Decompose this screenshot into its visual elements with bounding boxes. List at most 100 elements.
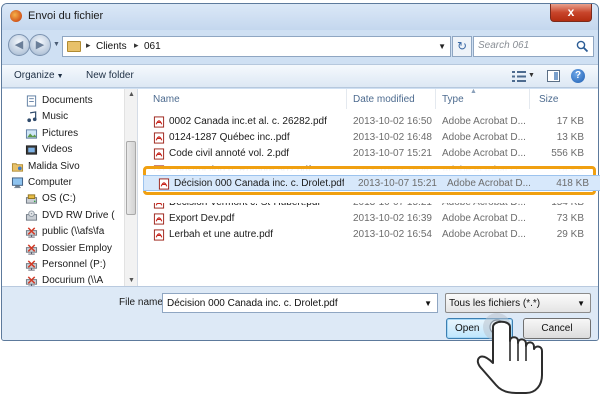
views-dropdown-icon[interactable]: ▼ — [528, 72, 535, 79]
file-type: Adobe Acrobat D... — [442, 213, 526, 225]
nav-item[interactable]: public (\\afs\fa — [2, 224, 124, 241]
nav-item-label: Computer — [28, 177, 72, 188]
column-divider[interactable] — [346, 89, 347, 109]
sort-up-icon: ▲ — [470, 88, 477, 95]
file-date: 2013-10-02 16:48 — [353, 132, 432, 144]
organize-label: Organize — [14, 70, 55, 81]
pictures-icon — [25, 129, 38, 139]
firefox-icon — [10, 10, 22, 22]
network-drive-icon — [25, 227, 38, 238]
nav-item-label: OS (C:) — [42, 193, 76, 205]
pdf-file-icon — [153, 132, 165, 144]
nav-item[interactable]: Music — [2, 109, 124, 126]
scroll-down-icon[interactable]: ▼ — [128, 277, 135, 284]
file-name-field[interactable]: Décision 000 Canada inc. c. Drolet.pdf ▼ — [162, 293, 438, 313]
address-row: ◀ ▶ ▼ ▸ Clients ▸ 061 ▼ ↻ — [2, 30, 598, 62]
file-row[interactable]: 0002 Canada inc.et al. c. 26282.pdf 2013-… — [139, 114, 598, 130]
nav-item[interactable]: OS (C:) — [2, 191, 124, 208]
file-date: 2013-10-02 16:39 — [353, 213, 432, 225]
nav-item-label: Music — [42, 111, 69, 123]
file-size: 154 KB — [551, 197, 584, 208]
nav-item[interactable]: Documents — [2, 93, 124, 110]
file-row[interactable]: Lerbah et une autre.pdf 2013-10-02 16:54 A… — [139, 227, 598, 243]
highlight-callout: Décision 000 Canada inc. c. Drolet.pdf 20… — [143, 166, 600, 195]
nav-item[interactable]: Malida Sivo — [2, 159, 124, 176]
file-name: Code civil annoté vol. 2.pdf — [169, 148, 290, 160]
file-name: Export Dev.pdf — [169, 213, 235, 225]
preview-pane-icon[interactable] — [547, 70, 560, 82]
breadcrumb-clients[interactable]: Clients — [96, 41, 127, 52]
nav-item[interactable]: Dossier Employ — [2, 241, 124, 258]
file-type: Adobe Acrobat D... — [447, 178, 531, 189]
network-drive-icon — [25, 276, 38, 286]
address-dropdown-icon[interactable]: ▼ — [438, 42, 446, 51]
column-divider[interactable] — [435, 89, 436, 109]
recent-pages-dropdown[interactable]: ▼ — [53, 41, 60, 48]
column-header-type[interactable]: Type — [442, 89, 464, 109]
file-row-selected[interactable]: Décision 000 Canada inc. c. Drolet.pdf 20… — [143, 175, 600, 191]
file-size: 13 KB — [556, 132, 584, 144]
close-button[interactable]: x — [550, 4, 592, 22]
nav-scrollbar[interactable]: ▲ ▼ — [124, 89, 137, 286]
title-bar[interactable]: Envoi du fichier x — [2, 4, 598, 30]
nav-item-label: Videos — [42, 144, 73, 156]
drive-icon — [25, 194, 38, 205]
chevron-right-icon[interactable]: ▸ — [134, 40, 139, 51]
search-input[interactable] — [478, 40, 574, 51]
nav-item[interactable]: Pictures — [2, 126, 124, 143]
folder-icon — [67, 41, 81, 52]
file-row[interactable]: Export Dev.pdf 2013-10-02 16:39 Adobe Acro… — [139, 211, 598, 227]
dvd-drive-icon — [25, 210, 38, 221]
file-row[interactable]: Code civil annoté vol. 2.pdf 2013-10-07 1… — [139, 146, 598, 162]
views-icon[interactable] — [512, 71, 526, 82]
search-icon[interactable] — [576, 40, 589, 53]
file-size: 17 KB — [556, 116, 584, 127]
file-size: 29 KB — [556, 229, 584, 241]
nav-item[interactable]: Computer — [2, 175, 124, 192]
file-name-label: File name: — [119, 297, 166, 308]
file-type: Adobe Acrobat D... — [442, 148, 526, 160]
videos-icon — [25, 145, 38, 155]
nav-item[interactable]: Personnel (P:) — [2, 257, 124, 274]
column-header-name[interactable]: Name — [153, 89, 180, 109]
file-name-value[interactable]: Décision 000 Canada inc. c. Drolet.pdf — [167, 298, 338, 309]
computer-icon — [11, 177, 24, 189]
nav-item-label: Documents — [42, 95, 93, 106]
scroll-up-icon[interactable]: ▲ — [128, 91, 135, 98]
new-folder-button[interactable]: New folder — [86, 70, 134, 81]
file-date: 2013-10-07 15:21 — [353, 197, 432, 208]
file-name: Décision Vermont c. St-Hubert.pdf — [169, 197, 321, 208]
file-row[interactable]: 0124-1287 Québec inc..pdf 2013-10-02 16:4… — [139, 130, 598, 146]
column-header-date[interactable]: Date modified — [353, 89, 415, 109]
breadcrumb-061[interactable]: 061 — [144, 41, 161, 52]
address-bar[interactable]: ▸ Clients ▸ 061 ▼ — [62, 36, 451, 57]
scrollbar-thumb[interactable] — [126, 141, 136, 215]
file-date: 2013-10-02 16:54 — [353, 229, 432, 241]
window-title: Envoi du fichier — [28, 10, 104, 22]
nav-item-label: Pictures — [42, 127, 79, 139]
nav-item-label: Personnel (P:) — [42, 259, 106, 270]
file-size: 418 KB — [556, 178, 589, 189]
forward-button[interactable]: ▶ — [29, 34, 51, 56]
chevron-down-icon[interactable]: ▼ — [577, 299, 585, 308]
organize-menu[interactable]: Organize ▼ — [14, 70, 64, 81]
pdf-file-icon — [153, 229, 165, 241]
file-name: Lerbah et une autre.pdf — [169, 229, 273, 241]
chevron-right-icon[interactable]: ▸ — [86, 40, 91, 51]
pdf-file-icon — [153, 213, 165, 225]
nav-item[interactable]: DVD RW Drive ( — [2, 208, 124, 225]
column-divider[interactable] — [529, 89, 530, 109]
chevron-down-icon[interactable]: ▼ — [424, 299, 432, 308]
refresh-button[interactable]: ↻ — [452, 36, 472, 57]
file-row[interactable]: Décision Vermont c. St-Hubert.pdf 2013-10… — [139, 197, 598, 211]
pdf-file-icon — [153, 148, 165, 160]
back-button[interactable]: ◀ — [8, 34, 30, 56]
column-header-size[interactable]: Size — [539, 89, 558, 109]
nav-item[interactable]: Docurium (\\A — [2, 273, 124, 286]
chevron-down-icon: ▼ — [56, 73, 64, 80]
nav-item[interactable]: Videos — [2, 142, 124, 159]
search-box[interactable] — [473, 36, 594, 57]
help-icon[interactable]: ? — [571, 69, 585, 83]
user-folder-icon — [11, 162, 24, 172]
file-type: Adobe Acrobat D... — [442, 229, 526, 241]
